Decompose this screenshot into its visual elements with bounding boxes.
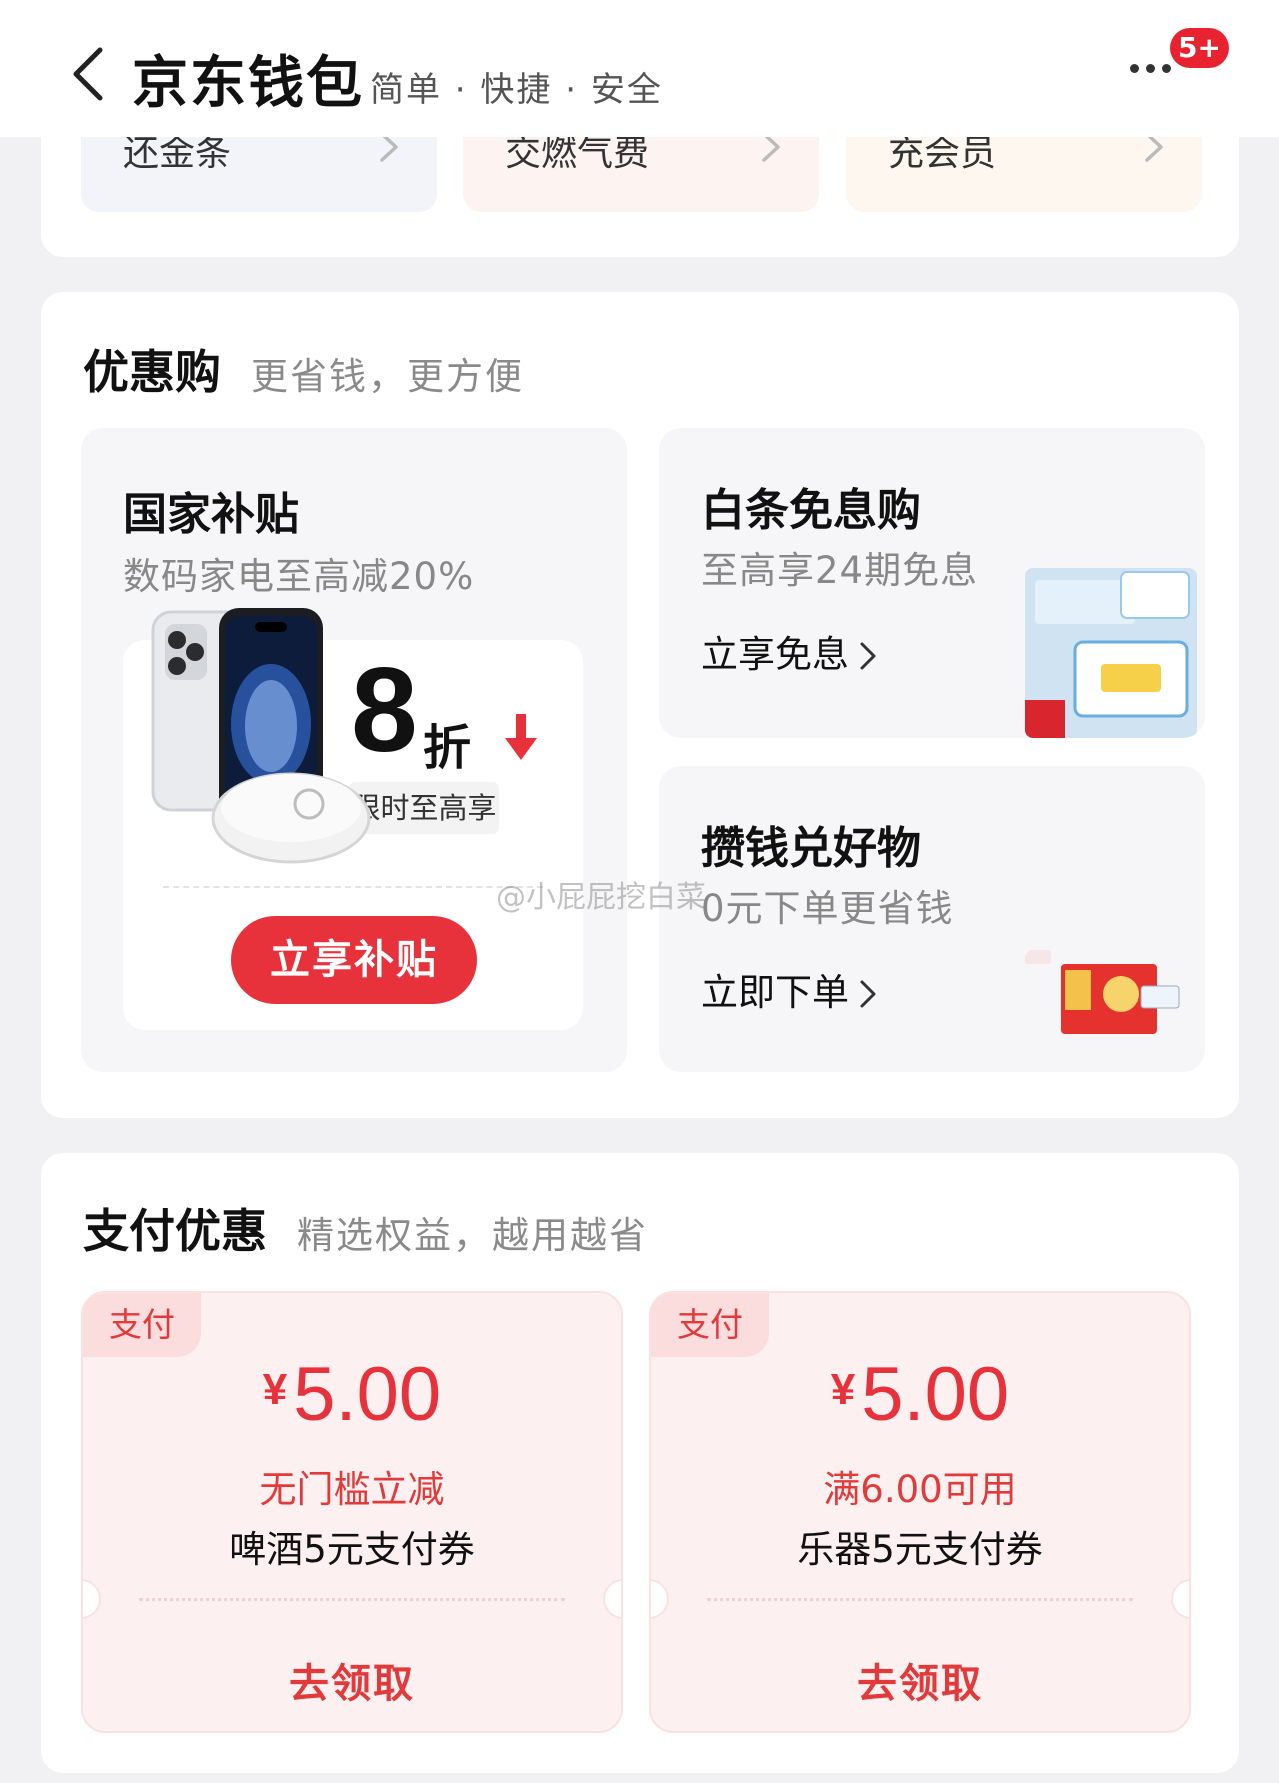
payment-section-subtitle: 精选权益，越用越省 bbox=[297, 1214, 648, 1257]
coupon-notch bbox=[83, 1579, 101, 1619]
coupon-notch bbox=[603, 1579, 621, 1619]
coupon-card[interactable]: 支付 ¥5.00 无门槛立减 啤酒5元支付券 去领取 bbox=[81, 1291, 623, 1733]
coupon-notch bbox=[1171, 1579, 1189, 1619]
claim-coupon-button[interactable]: 去领取 bbox=[83, 1651, 621, 1709]
national-subsidy-panel[interactable]: 国家补贴 数码家电至高减20% 8 折 限时至高享 立享补贴 bbox=[81, 428, 627, 1072]
claim-subsidy-button[interactable]: 立享补贴 bbox=[231, 916, 477, 1004]
arrow-down-icon bbox=[505, 714, 537, 760]
gift-box-product-image bbox=[1025, 950, 1180, 1034]
chevron-left-icon bbox=[73, 47, 103, 101]
currency-symbol: ¥ bbox=[830, 1365, 856, 1414]
coupon-amount: ¥5.00 bbox=[83, 1351, 621, 1438]
interest-free-link-label: 立享免息 bbox=[701, 633, 849, 676]
coupon-card[interactable]: 支付 ¥5.00 满6.00可用 乐器5元支付券 去领取 bbox=[649, 1291, 1191, 1733]
chevron-right-icon bbox=[860, 980, 876, 1008]
dashed-divider bbox=[163, 886, 543, 888]
subsidy-subtitle: 数码家电至高减20% bbox=[123, 555, 475, 598]
more-dots-icon bbox=[1130, 58, 1178, 77]
discount-unit: 折 bbox=[423, 720, 472, 776]
coupon-tag: 支付 bbox=[83, 1293, 201, 1357]
save-points-subtitle: 0元下单更省钱 bbox=[701, 887, 954, 930]
save-points-link[interactable]: 立即下单 bbox=[701, 962, 877, 1016]
interest-free-title: 白条免息购 bbox=[701, 485, 921, 536]
subsidy-title: 国家补贴 bbox=[123, 489, 299, 540]
notification-badge: 5+ bbox=[1170, 28, 1229, 68]
interest-free-link[interactable]: 立享免息 bbox=[701, 624, 877, 678]
coupon-amount: ¥5.00 bbox=[651, 1351, 1189, 1438]
back-button[interactable] bbox=[66, 44, 110, 104]
chevron-right-icon bbox=[860, 642, 876, 670]
payment-offers-card: 支付优惠 精选权益，越用越省 支付 ¥5.00 无门槛立减 啤酒5元支付券 去领… bbox=[41, 1153, 1239, 1773]
top-nav-bar: 京东钱包 简单 · 快捷 · 安全 5+ bbox=[0, 0, 1279, 137]
coupon-notch bbox=[651, 1579, 669, 1619]
currency-symbol: ¥ bbox=[262, 1365, 288, 1414]
limit-tag: 限时至高享 bbox=[349, 782, 499, 834]
coupon-amount-value: 5.00 bbox=[861, 1352, 1010, 1437]
coupon-tag: 支付 bbox=[651, 1293, 769, 1357]
watermark-text: @小屁屁挖白菜 bbox=[496, 880, 706, 915]
coupon-amount-value: 5.00 bbox=[293, 1352, 442, 1437]
deals-card: 优惠购 更省钱，更方便 国家补贴 数码家电至高减20% 8 折 限时至高享 立享… bbox=[41, 292, 1239, 1118]
page-slogan: 简单 · 快捷 · 安全 bbox=[370, 70, 663, 110]
claim-coupon-button[interactable]: 去领取 bbox=[651, 1651, 1189, 1709]
coupon-name: 啤酒5元支付券 bbox=[229, 1528, 475, 1571]
page-title: 京东钱包 bbox=[132, 51, 364, 116]
deals-section-title: 优惠购 bbox=[83, 345, 221, 399]
payment-section-title: 支付优惠 bbox=[83, 1204, 267, 1258]
coupon-condition: 满6.00可用 bbox=[823, 1468, 1017, 1511]
coupon-divider bbox=[707, 1598, 1133, 1601]
wet-wipes-product-image bbox=[1025, 568, 1197, 738]
save-points-link-label: 立即下单 bbox=[701, 971, 849, 1014]
interest-free-subtitle: 至高享24期免息 bbox=[701, 549, 979, 592]
phone-and-vacuum-image bbox=[151, 608, 371, 864]
coupon-name: 乐器5元支付券 bbox=[797, 1528, 1043, 1571]
save-points-panel[interactable]: 攒钱兑好物 0元下单更省钱 立即下单 bbox=[659, 766, 1205, 1072]
coupon-divider bbox=[139, 1598, 565, 1601]
interest-free-panel[interactable]: 白条免息购 至高享24期免息 立享免息 bbox=[659, 428, 1205, 738]
coupon-condition: 无门槛立减 bbox=[259, 1468, 445, 1511]
deals-section-subtitle: 更省钱，更方便 bbox=[251, 355, 524, 398]
save-points-title: 攒钱兑好物 bbox=[701, 823, 921, 874]
